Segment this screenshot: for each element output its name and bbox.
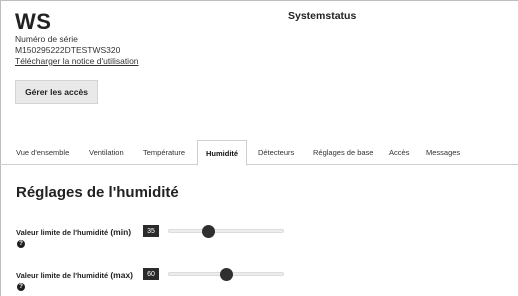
section-title: Réglages de l'humidité: [16, 184, 179, 201]
humidity-max-slider-thumb[interactable]: [219, 267, 233, 281]
humidity-min-value-badge: 35: [143, 225, 159, 237]
tab-overview[interactable]: Vue d'ensemble: [16, 140, 69, 165]
tab-bar: Vue d'ensemble Ventilation Température H…: [0, 140, 518, 166]
tab-detectors[interactable]: Détecteurs: [258, 140, 294, 165]
tab-temperature[interactable]: Température: [143, 140, 185, 165]
tab-ventilation[interactable]: Ventilation: [89, 140, 124, 165]
serial-number-value: M150295222DTESTWS320: [15, 45, 121, 55]
humidity-min-label-suffix: (min): [110, 227, 132, 237]
humidity-min-slider[interactable]: [168, 224, 284, 238]
humidity-min-label: Valeur limite de l'humidité (min): [16, 227, 131, 237]
page-title: Systemstatus: [288, 10, 357, 22]
humidity-max-value-badge: 60: [143, 268, 159, 280]
question-circle-icon[interactable]: ?: [17, 240, 25, 248]
serial-number-label: Numéro de série: [15, 34, 78, 44]
tab-humidity[interactable]: Humidité: [197, 140, 248, 166]
question-circle-icon[interactable]: ?: [17, 283, 25, 291]
humidity-max-label-suffix: (max): [110, 270, 134, 280]
humidity-min-slider-thumb[interactable]: [202, 224, 216, 238]
humidity-max-slider[interactable]: [168, 267, 284, 281]
tab-access[interactable]: Accès: [389, 140, 409, 165]
download-manual-link[interactable]: Télécharger la notice d'utilisation: [15, 56, 139, 66]
tab-basic-settings[interactable]: Réglages de base: [313, 140, 373, 165]
humidity-min-label-prefix: Valeur limite de l'humidité: [16, 228, 109, 237]
tab-messages[interactable]: Messages: [426, 140, 460, 165]
humidity-max-label: Valeur limite de l'humidité (max): [16, 270, 133, 280]
humidity-max-label-prefix: Valeur limite de l'humidité: [16, 271, 109, 280]
manage-access-button[interactable]: Gérer les accès: [15, 80, 98, 104]
device-name: WS: [15, 9, 52, 34]
